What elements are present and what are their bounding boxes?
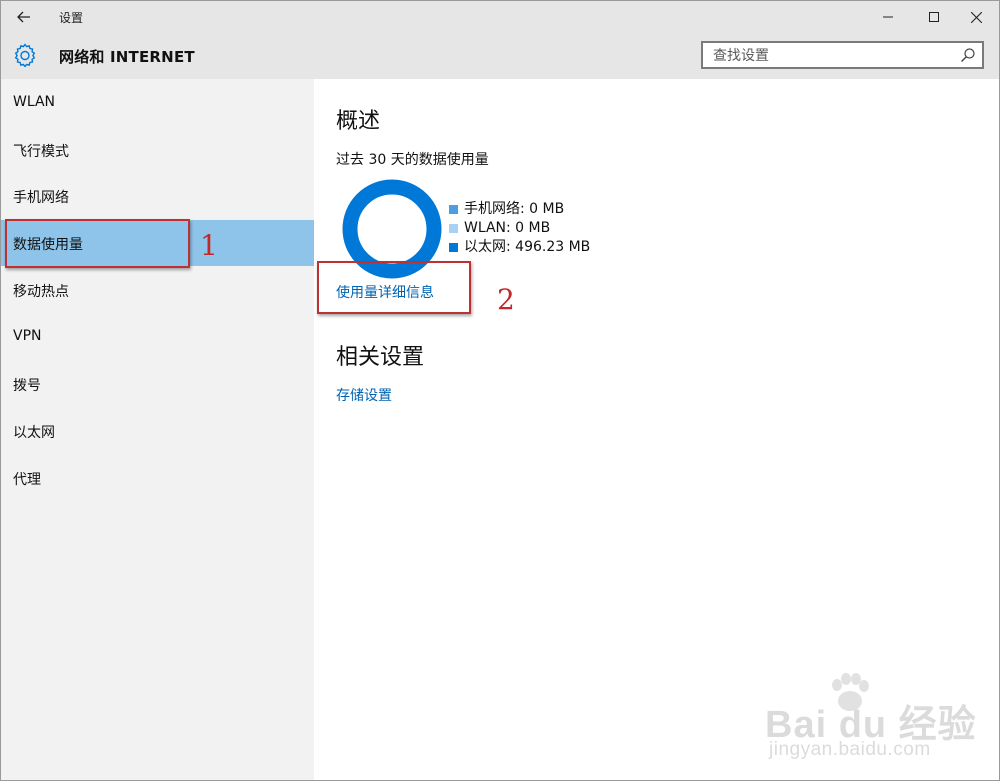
maximize-icon bbox=[929, 12, 939, 22]
title-bar: 设置 bbox=[1, 1, 999, 33]
sidebar-item-label: WLAN bbox=[13, 94, 56, 110]
search-input[interactable] bbox=[711, 46, 955, 66]
sidebar-item-label: 代理 bbox=[13, 472, 41, 488]
settings-header: 网络和 INTERNET bbox=[1, 33, 999, 79]
legend-item-cellular: 手机网络: 0 MB bbox=[449, 200, 590, 219]
annotation-box-2 bbox=[317, 261, 471, 314]
overview-heading: 概述 bbox=[336, 109, 381, 134]
sidebar-item-airplane-mode[interactable]: 飞行模式 bbox=[1, 127, 314, 173]
sidebar-item-label: 拨号 bbox=[13, 378, 41, 394]
sidebar-item-label: 手机网络 bbox=[13, 190, 69, 206]
legend-label: 手机网络: 0 MB bbox=[464, 201, 565, 217]
sidebar-item-label: VPN bbox=[13, 328, 42, 344]
minimize-icon bbox=[883, 16, 893, 18]
watermark-url: jingyan.baidu.com bbox=[769, 739, 931, 760]
sidebar-item-proxy[interactable]: 代理 bbox=[1, 455, 314, 501]
settings-window: 设置 网络和 INTERNET WLAN bbox=[0, 0, 1000, 781]
search-box[interactable] bbox=[701, 41, 984, 69]
close-icon bbox=[970, 11, 982, 23]
window-title: 设置 bbox=[59, 11, 84, 25]
page-title: 网络和 INTERNET bbox=[59, 48, 195, 66]
legend-swatch-wlan bbox=[449, 224, 458, 233]
sidebar-item-label: 移动热点 bbox=[13, 284, 69, 300]
storage-settings-link[interactable]: 存储设置 bbox=[336, 385, 392, 405]
baidu-watermark: Bai du 经验 jingyan.baidu.com bbox=[761, 671, 991, 771]
search-icon[interactable] bbox=[960, 47, 976, 63]
sidebar-item-mobile-hotspot[interactable]: 移动热点 bbox=[1, 267, 314, 313]
sidebar-item-ethernet[interactable]: 以太网 bbox=[1, 408, 314, 454]
sidebar-nav: WLAN 飞行模式 手机网络 数据使用量 移动热点 VPN 拨号 以太网 代理 bbox=[1, 79, 314, 780]
back-arrow-icon bbox=[17, 11, 30, 23]
legend-swatch-cellular bbox=[449, 205, 458, 214]
sidebar-item-dial-up[interactable]: 拨号 bbox=[1, 361, 314, 407]
legend-item-ethernet: 以太网: 496.23 MB bbox=[449, 238, 590, 257]
legend-swatch-ethernet bbox=[449, 243, 458, 252]
usage-subtitle: 过去 30 天的数据使用量 bbox=[336, 152, 489, 168]
legend-item-wlan: WLAN: 0 MB bbox=[449, 219, 590, 238]
gear-icon bbox=[14, 43, 36, 67]
minimize-button[interactable] bbox=[865, 1, 911, 33]
annotation-number-2: 2 bbox=[497, 283, 515, 316]
sidebar-item-vpn[interactable]: VPN bbox=[1, 314, 314, 360]
sidebar-item-label: 飞行模式 bbox=[13, 144, 69, 160]
legend-label: WLAN: 0 MB bbox=[464, 220, 551, 236]
sidebar-item-label: 以太网 bbox=[13, 425, 55, 441]
annotation-box-1 bbox=[5, 219, 190, 268]
maximize-button[interactable] bbox=[911, 1, 957, 33]
close-button[interactable] bbox=[953, 1, 999, 33]
related-settings-heading: 相关设置 bbox=[336, 345, 425, 370]
sidebar-item-cellular[interactable]: 手机网络 bbox=[1, 173, 314, 219]
usage-legend: 手机网络: 0 MB WLAN: 0 MB 以太网: 496.23 MB bbox=[449, 200, 590, 257]
legend-label: 以太网: 496.23 MB bbox=[464, 239, 591, 255]
back-button[interactable] bbox=[10, 5, 38, 29]
annotation-number-1: 1 bbox=[200, 229, 218, 262]
donut-ring bbox=[342, 179, 442, 279]
sidebar-item-wlan[interactable]: WLAN bbox=[1, 80, 314, 126]
